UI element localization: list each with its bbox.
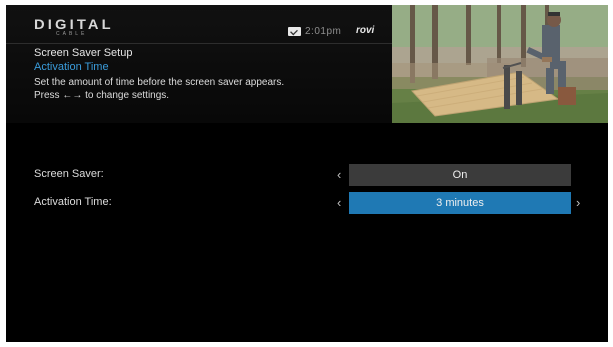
video-preview-image	[392, 5, 608, 123]
setting-row-activation-time[interactable]: Activation Time: ‹ 3 minutes ›	[6, 192, 608, 214]
video-preview	[392, 5, 608, 123]
setup-description: Set the amount of time before the screen…	[34, 76, 379, 102]
chevron-left-icon[interactable]: ‹	[337, 166, 341, 184]
screen-saver-value[interactable]: On	[349, 164, 571, 186]
header: DIGITAL CABLE 2:01pm rovi Screen Saver S…	[6, 5, 608, 123]
activation-time-value[interactable]: 3 minutes	[349, 192, 571, 214]
clock-time: 2:01pm	[305, 25, 342, 37]
rovi-logo: rovi	[356, 25, 375, 36]
description-line-1: Set the amount of time before the screen…	[34, 77, 285, 88]
setup-subtitle: Activation Time	[34, 61, 109, 73]
setting-row-screen-saver[interactable]: Screen Saver: ‹ On	[6, 164, 608, 186]
chevron-right-icon[interactable]: ›	[576, 194, 580, 212]
mail-icon	[288, 26, 301, 36]
activation-time-label: Activation Time:	[34, 196, 112, 208]
header-divider	[6, 43, 392, 44]
screen-saver-label: Screen Saver:	[34, 168, 104, 180]
settings-panel: Screen Saver: ‹ On Activation Time: ‹ 3 …	[6, 123, 608, 342]
setup-title: Screen Saver Setup	[34, 47, 133, 59]
tv-screen: DIGITAL CABLE 2:01pm rovi Screen Saver S…	[6, 5, 608, 342]
description-line-2: Press ←→ to change settings.	[34, 90, 170, 101]
logo-main-text: DIGITAL	[34, 16, 114, 32]
setup-info: Screen Saver Setup Activation Time Set t…	[34, 47, 379, 102]
chevron-left-icon[interactable]: ‹	[337, 194, 341, 212]
digital-cable-logo: DIGITAL CABLE	[34, 17, 111, 37]
status-area: 2:01pm	[288, 23, 341, 39]
